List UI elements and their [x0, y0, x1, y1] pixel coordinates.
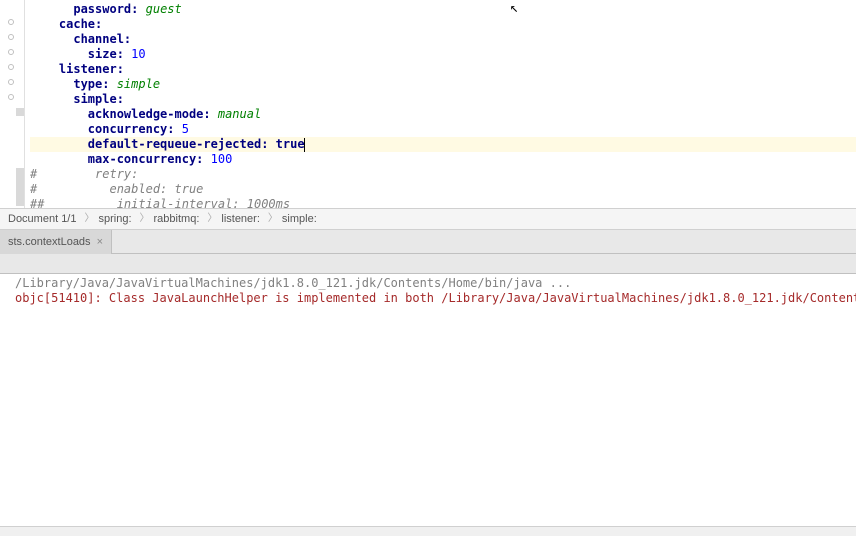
code-line[interactable]: cache: — [30, 17, 856, 32]
code-line[interactable]: simple: — [30, 92, 856, 107]
run-tab-bar: sts.contextLoads × — [0, 230, 856, 254]
code-line[interactable]: default-requeue-rejected: true — [30, 137, 856, 152]
editor-gutter — [0, 0, 25, 208]
console-line: /Library/Java/JavaVirtualMachines/jdk1.8… — [15, 276, 571, 290]
chevron-right-icon: 〉 — [84, 208, 94, 230]
code-line[interactable]: type: simple — [30, 77, 856, 92]
text-cursor — [304, 138, 305, 152]
code-line[interactable]: # retry: — [30, 167, 856, 182]
code-line[interactable]: acknowledge-mode: manual — [30, 107, 856, 122]
chevron-right-icon: 〉 — [140, 208, 150, 230]
code-line[interactable]: password: guest — [30, 2, 856, 17]
console-toolbar — [0, 254, 856, 274]
code-line[interactable]: channel: — [30, 32, 856, 47]
code-editor[interactable]: password: guest cache: channel: size: 10… — [0, 0, 856, 208]
console-line: objc[51410]: Class JavaLaunchHelper is i… — [15, 291, 856, 305]
run-tab[interactable]: sts.contextLoads × — [0, 230, 112, 254]
code-line[interactable]: # enabled: true — [30, 182, 856, 197]
breadcrumb-item-listener[interactable]: listener: — [221, 208, 260, 230]
breadcrumb-doc[interactable]: Document 1/1 — [8, 208, 76, 230]
code-line[interactable]: concurrency: 5 — [30, 122, 856, 137]
breadcrumb-bar: Document 1/1 〉 spring: 〉 rabbitmq: 〉 lis… — [0, 208, 856, 230]
breadcrumb-item-simple[interactable]: simple: — [282, 208, 317, 230]
console-output[interactable]: /Library/Java/JavaVirtualMachines/jdk1.8… — [0, 274, 856, 526]
code-line[interactable]: size: 10 — [30, 47, 856, 62]
code-line[interactable]: max-concurrency: 100 — [30, 152, 856, 167]
breadcrumb-item-spring[interactable]: spring: — [98, 208, 131, 230]
close-icon[interactable]: × — [97, 230, 103, 254]
breadcrumb-item-rabbitmq[interactable]: rabbitmq: — [154, 208, 200, 230]
code-line[interactable]: listener: — [30, 62, 856, 77]
chevron-right-icon: 〉 — [268, 208, 278, 230]
status-bar — [0, 526, 856, 536]
chevron-right-icon: 〉 — [207, 208, 217, 230]
tab-label: sts.contextLoads — [8, 230, 91, 254]
